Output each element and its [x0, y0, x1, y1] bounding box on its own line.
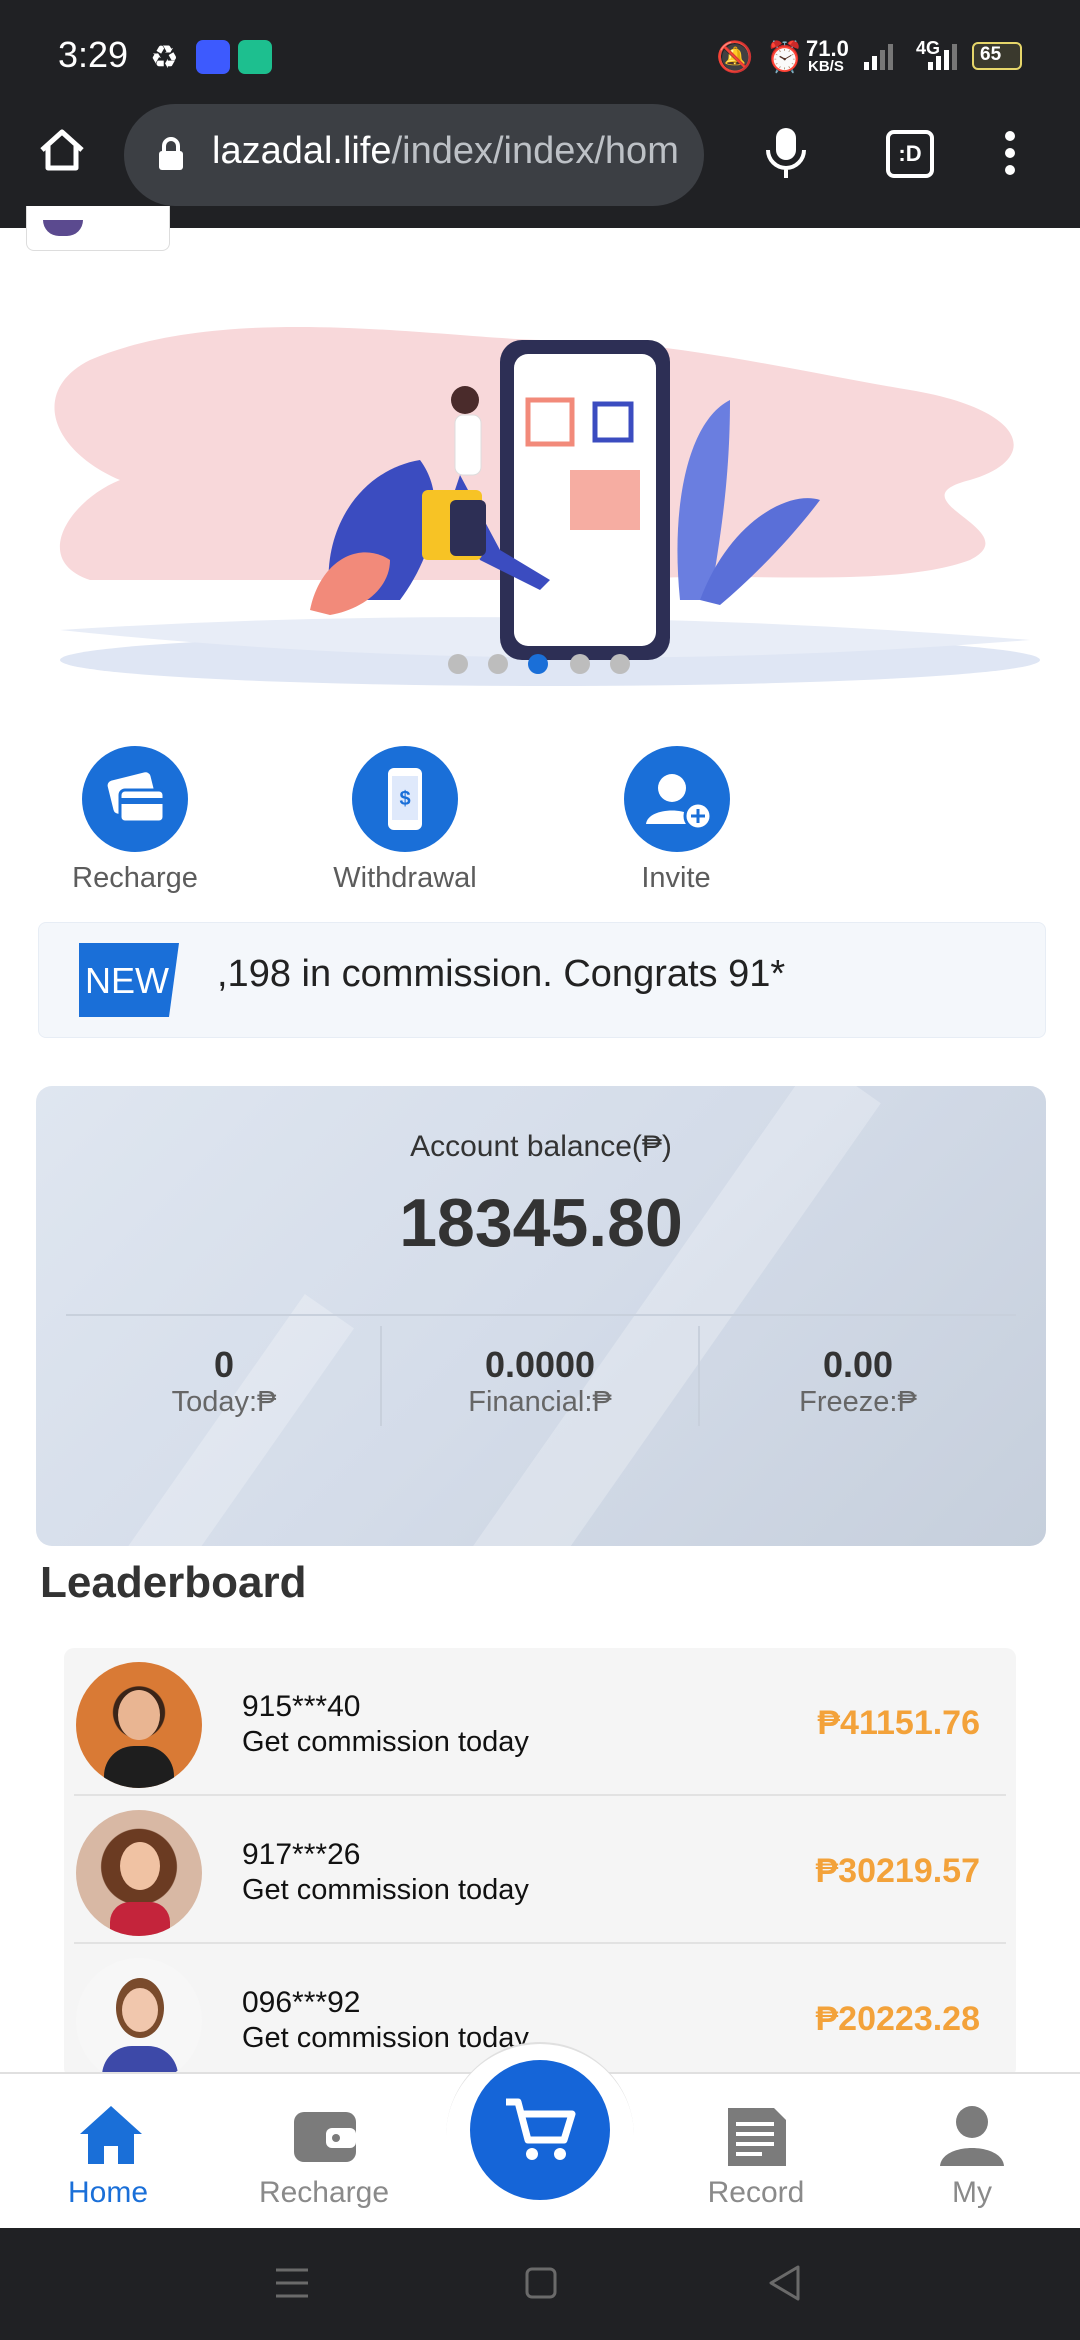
balance-label: Account balance(₱) — [410, 1130, 672, 1163]
withdrawal-action-button[interactable]: $ — [352, 746, 458, 852]
balance-card: Account balance(₱) 18345.80 0 Today:₱ 0.… — [36, 1086, 1046, 1546]
leaderboard-user-id: 096***92 — [242, 1986, 361, 2019]
signal-icon — [864, 44, 893, 70]
url-text: lazadal.life/index/index/hom — [212, 130, 692, 173]
today-value: 0 — [213, 1344, 235, 1385]
system-nav-bar — [0, 2228, 1080, 2340]
battery-icon: 65 — [972, 42, 1022, 70]
leaderboard-row: 917***26 Get commission today ₱30219.57 — [64, 1796, 1016, 1944]
announcement-marquee: NEW ,198 in commission. Congrats 91* — [38, 922, 1046, 1038]
app-notification-icon — [196, 40, 230, 74]
card-sheen-2 — [36, 1294, 354, 1546]
leaderboard-amount: ₱41151.76 — [817, 1704, 980, 1742]
leaderboard-user-id: 915***40 — [242, 1690, 361, 1723]
tab-home[interactable]: Home — [8, 2074, 208, 2230]
leaderboard-title: Leaderboard — [40, 1558, 307, 1607]
tab-record[interactable]: Record — [656, 2074, 856, 2230]
leaderboard-list: 915***40 Get commission today ₱41151.76 … — [64, 1648, 1016, 2084]
add-user-icon — [646, 774, 713, 831]
leaderboard-subtitle: Get commission today — [242, 1726, 529, 1758]
back-icon[interactable] — [766, 2264, 802, 2302]
avatar — [76, 1662, 202, 1788]
tab-my[interactable]: My — [872, 2074, 1072, 2230]
new-badge: NEW — [79, 943, 179, 1017]
leaderboard-subtitle: Get commission today — [242, 2022, 529, 2054]
battery-level: 65 — [980, 44, 1002, 65]
home-nav-icon[interactable] — [524, 2266, 558, 2300]
financial-value: 0.0000 — [484, 1344, 596, 1385]
leaderboard-amount: ₱30219.57 — [815, 1852, 981, 1890]
avatar — [76, 1958, 202, 2084]
wallet-icon — [294, 2112, 356, 2162]
avatar — [76, 1810, 202, 1936]
url-path: /index/index/hom — [391, 130, 679, 172]
marquee-text: ,198 in commission. Congrats 91* — [217, 953, 786, 995]
alarm-icon: ⏰ — [766, 41, 804, 74]
leaderboard-user-id: 917***26 — [242, 1838, 361, 1871]
tab-home-label: Home — [67, 2176, 149, 2209]
invite-action-label[interactable]: Invite — [566, 862, 786, 895]
leaderboard-subtitle: Get commission today — [242, 1874, 529, 1906]
status-bar: 3:29 ♻ 🔕 ⏰ 71.0 KB/S 4G 65 — [0, 0, 1080, 110]
balance-divider — [66, 1314, 1016, 1316]
recents-icon[interactable] — [274, 2266, 310, 2300]
mute-icon: 🔕 — [716, 41, 754, 74]
withdrawal-action-label[interactable]: Withdrawal — [295, 862, 515, 895]
url-host: lazadal.life — [212, 130, 392, 172]
tab-recharge-label: Recharge — [258, 2176, 390, 2209]
recharge-action-button[interactable] — [82, 746, 188, 852]
lock-icon — [159, 137, 183, 170]
overflow-menu-icon[interactable] — [996, 128, 1024, 178]
freeze-value: 0.00 — [822, 1344, 894, 1385]
shop-cart-button[interactable] — [464, 2054, 616, 2206]
flag-icon — [43, 220, 83, 236]
new-badge-text: NEW — [85, 960, 169, 1001]
svg-text:$: $ — [399, 788, 410, 810]
leaderboard-amount: ₱20223.28 — [815, 2000, 981, 2038]
document-icon — [728, 2108, 786, 2166]
banner-dot-4[interactable] — [570, 654, 590, 674]
tab-recharge[interactable]: Recharge — [224, 2074, 424, 2230]
mic-icon[interactable] — [762, 124, 810, 182]
home-icon[interactable] — [36, 124, 88, 176]
home-icon — [80, 2106, 142, 2164]
banner-dot-5[interactable] — [610, 654, 630, 674]
promo-banner[interactable] — [30, 300, 1050, 710]
leaderboard-row: 915***40 Get commission today ₱41151.76 — [64, 1648, 1016, 1796]
signal-icon-2 — [928, 44, 957, 70]
today-label: Today:₱ — [171, 1386, 277, 1418]
language-selector[interactable] — [26, 206, 170, 251]
invite-action-button[interactable] — [624, 746, 730, 852]
card-icon — [107, 772, 166, 824]
balance-value: 18345.80 — [399, 1185, 683, 1261]
net-unit: KB/S — [808, 58, 844, 75]
banner-dot-1[interactable] — [448, 654, 468, 674]
cart-icon — [506, 2098, 576, 2160]
tab-record-label: Record — [707, 2176, 805, 2209]
recharge-action-label[interactable]: Recharge — [25, 862, 245, 895]
user-icon — [940, 2106, 1004, 2166]
financial-label: Financial:₱ — [468, 1386, 612, 1418]
freeze-label: Freeze:₱ — [799, 1386, 917, 1418]
tab-my-label: My — [952, 2176, 992, 2209]
banner-dot-3-active[interactable] — [528, 654, 548, 674]
tab-switcher-icon[interactable]: :D — [886, 130, 934, 178]
phone-dollar-icon: $ — [388, 768, 422, 830]
sync-icon: ♻ — [150, 39, 179, 75]
chat-notification-icon — [238, 40, 272, 74]
status-time: 3:29 — [58, 34, 129, 75]
banner-dot-2[interactable] — [488, 654, 508, 674]
